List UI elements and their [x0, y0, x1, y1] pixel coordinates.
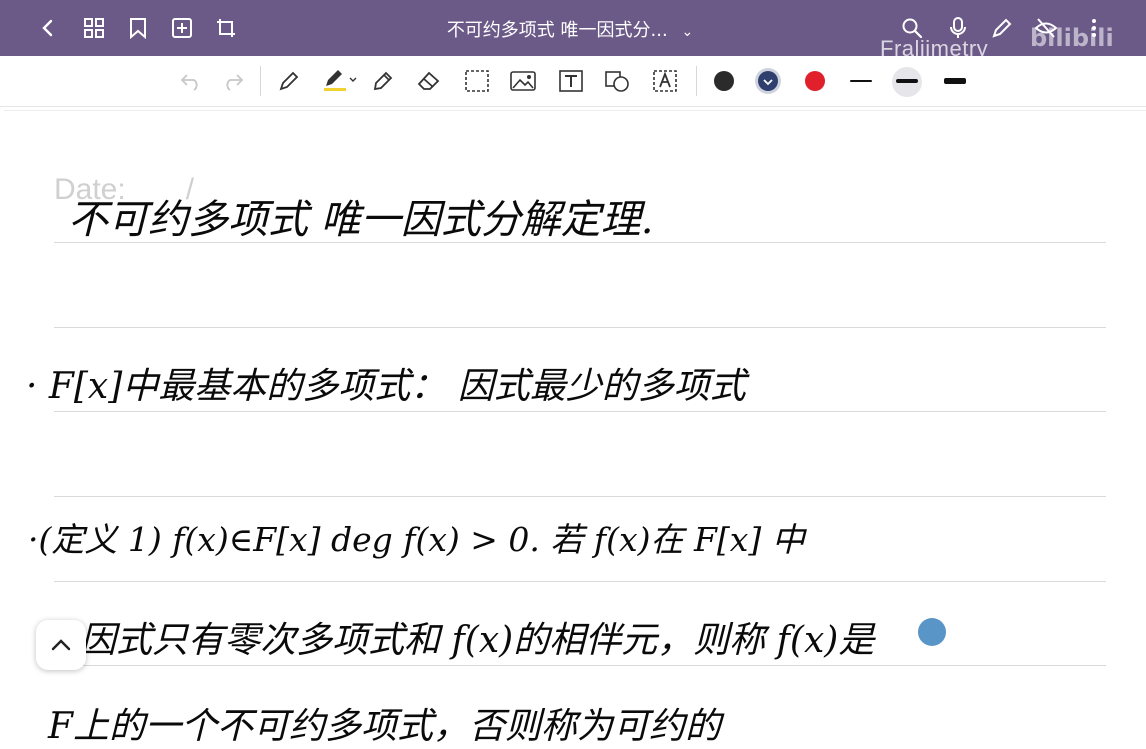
floating-avatar-icon[interactable]	[918, 618, 946, 646]
pen-mode-icon[interactable]	[988, 14, 1016, 42]
color-swatch-black[interactable]	[714, 71, 734, 91]
ruled-line	[54, 327, 1106, 328]
pencil-icon[interactable]	[368, 67, 398, 95]
bilibili-logo: bilibili	[1030, 24, 1114, 52]
scroll-up-button[interactable]	[36, 620, 86, 670]
bookmark-icon[interactable]	[124, 14, 152, 42]
redo-icon[interactable]	[218, 67, 248, 95]
stroke-width-medium[interactable]	[896, 79, 918, 83]
image-icon[interactable]	[508, 67, 538, 95]
color-swatch-navy-selected[interactable]	[758, 71, 778, 91]
add-page-icon[interactable]	[168, 14, 196, 42]
ruled-line	[54, 581, 1106, 582]
undo-icon[interactable]	[176, 67, 206, 95]
notebook-page[interactable]: Date: / 不可约多项式 唯一因式分解定理. · F[x]中最基本的多项式： …	[4, 110, 1146, 747]
text-icon[interactable]	[556, 67, 586, 95]
toolbar-divider	[696, 66, 697, 96]
document-title-text: 不可约多项式 唯一因式分...	[446, 20, 668, 41]
color-swatch-red[interactable]	[805, 71, 825, 91]
ruled-line	[54, 411, 1106, 412]
crop-icon[interactable]	[212, 14, 240, 42]
eraser-icon[interactable]	[414, 67, 444, 95]
shapes-icon[interactable]	[602, 67, 632, 95]
back-chevron-icon[interactable]	[34, 14, 62, 42]
grid-icon[interactable]	[80, 14, 108, 42]
ruled-line	[54, 665, 1106, 666]
top-bar: 不可约多项式 唯一因式分... ⌄ Fraliimetry bilibili	[0, 0, 1146, 61]
ruled-line	[54, 496, 1106, 497]
chevron-down-icon[interactable]: ⌄	[681, 24, 693, 40]
lasso-icon[interactable]	[462, 67, 492, 95]
pen-icon[interactable]	[274, 67, 304, 95]
ocr-text-icon[interactable]	[650, 67, 680, 95]
document-title[interactable]: 不可约多项式 唯一因式分... ⌄	[380, 16, 760, 42]
drawing-toolbar	[0, 56, 1146, 107]
highlighter-icon[interactable]	[320, 67, 360, 95]
stroke-width-thick[interactable]	[944, 78, 966, 84]
toolbar-divider	[260, 66, 261, 96]
stroke-width-thin[interactable]	[850, 80, 872, 82]
note-line: 的因式只有零次多项式和 f(x)的相伴元，则称 f(x)是	[44, 620, 875, 661]
note-line: · F[x]中最基本的多项式： 因式最少的多项式	[26, 366, 746, 407]
note-line: ·(定义 1) f(x)∈F[x] deg f(x) > 0. 若 f(x)在 …	[28, 520, 805, 559]
note-title: 不可约多项式 唯一因式分解定理.	[68, 197, 654, 243]
note-line: F上的一个不可约多项式，否则称为可约的	[48, 706, 721, 747]
